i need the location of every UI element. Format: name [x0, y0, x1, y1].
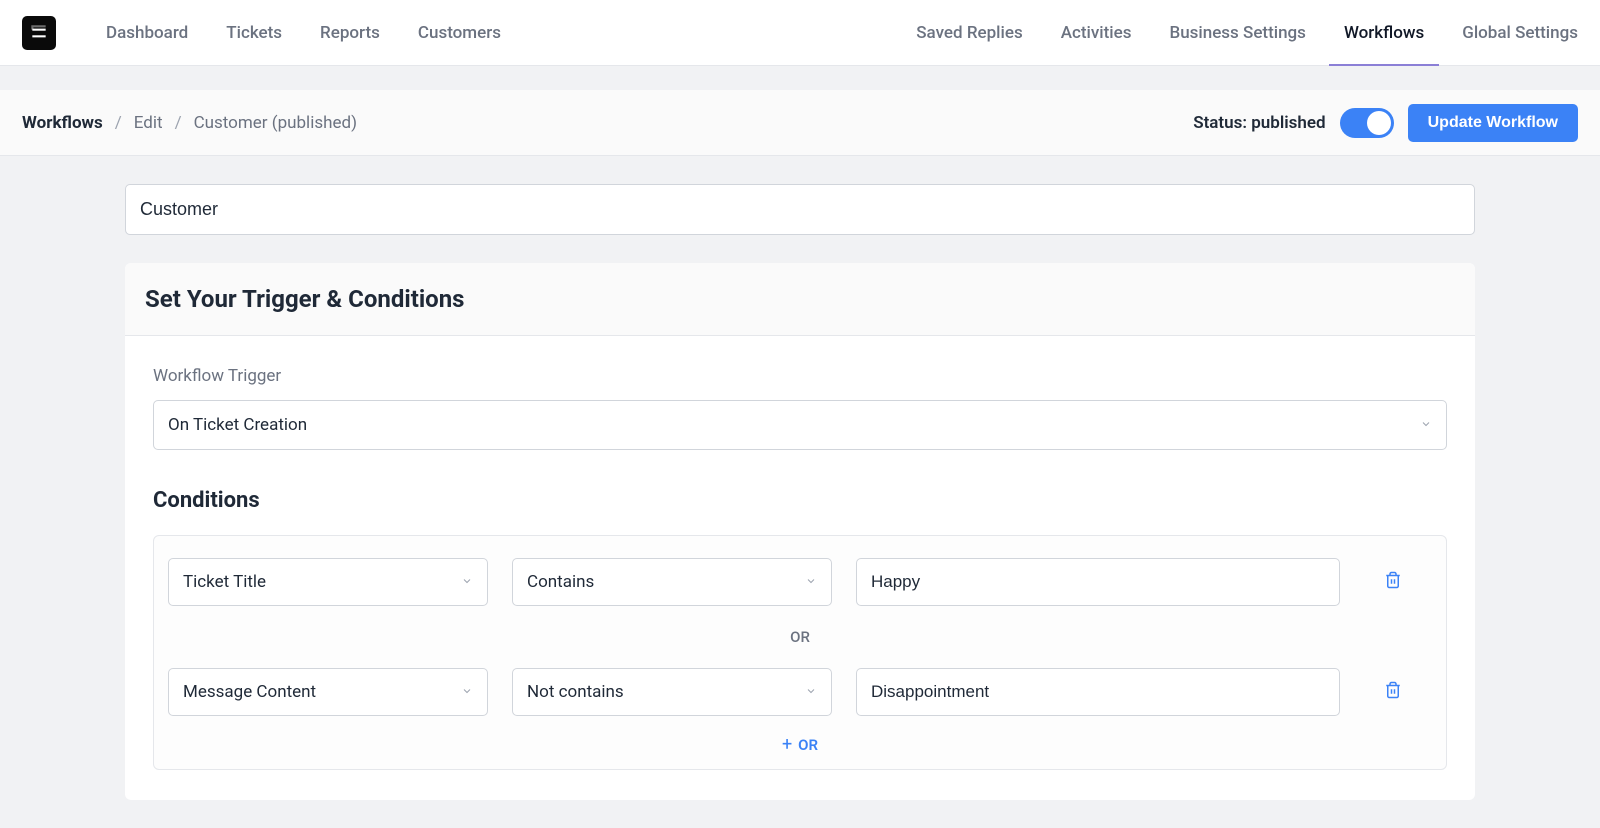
condition-field-select[interactable]: Ticket Title [168, 558, 488, 606]
section-title: Set Your Trigger & Conditions [145, 285, 1455, 313]
nav-reports[interactable]: Reports [320, 1, 380, 65]
plus-icon: + [782, 734, 792, 755]
condition-value-input[interactable] [856, 558, 1340, 606]
condition-row: Ticket Title Contains [168, 558, 1432, 606]
delete-condition-button[interactable] [1364, 563, 1432, 601]
condition-operator-value: Not contains [527, 682, 624, 702]
condition-operator-value: Contains [527, 572, 594, 592]
trigger-label: Workflow Trigger [153, 366, 1447, 386]
workflow-name-input[interactable] [125, 184, 1475, 235]
breadcrumb-sep: / [175, 113, 182, 133]
status-toggle[interactable] [1340, 108, 1394, 138]
breadcrumb-root[interactable]: Workflows [22, 113, 103, 133]
status-label: Status: published [1193, 113, 1325, 133]
breadcrumb-leaf: Customer (published) [194, 113, 357, 133]
trigger-conditions-section: Set Your Trigger & Conditions Workflow T… [125, 263, 1475, 800]
breadcrumb-mid[interactable]: Edit [134, 113, 163, 133]
condition-operator-select[interactable]: Contains [512, 558, 832, 606]
content: Set Your Trigger & Conditions Workflow T… [85, 156, 1515, 828]
nav-right: Saved Replies Activities Business Settin… [916, 1, 1578, 65]
workflow-trigger-select[interactable]: On Ticket Creation [153, 400, 1447, 450]
nav-left: Dashboard Tickets Reports Customers [106, 1, 501, 65]
condition-field-value: Message Content [183, 682, 316, 702]
nav-activities[interactable]: Activities [1061, 1, 1132, 65]
delete-condition-button[interactable] [1364, 673, 1432, 711]
add-or-condition-button[interactable]: + OR [168, 716, 1432, 755]
condition-field-select[interactable]: Message Content [168, 668, 488, 716]
section-header: Set Your Trigger & Conditions [125, 263, 1475, 336]
nav-saved-replies[interactable]: Saved Replies [916, 1, 1022, 65]
chevron-down-icon [805, 572, 817, 592]
update-workflow-button[interactable]: Update Workflow [1408, 104, 1578, 142]
chevron-down-icon [1420, 415, 1432, 435]
nav-global-settings[interactable]: Global Settings [1462, 1, 1578, 65]
trigger-select-value: On Ticket Creation [168, 415, 307, 435]
or-separator: OR [168, 606, 1432, 668]
chevron-down-icon [461, 682, 473, 702]
condition-row: Message Content Not contains [168, 668, 1432, 716]
trash-icon [1384, 571, 1402, 589]
trash-icon [1384, 681, 1402, 699]
add-or-label: OR [798, 736, 818, 754]
breadcrumb: Workflows / Edit / Customer (published) [22, 113, 357, 133]
top-header: Dashboard Tickets Reports Customers Save… [0, 0, 1600, 66]
nav-dashboard[interactable]: Dashboard [106, 1, 188, 65]
subheader-right: Status: published Update Workflow [1193, 104, 1578, 142]
nav-business-settings[interactable]: Business Settings [1169, 1, 1305, 65]
section-body: Workflow Trigger On Ticket Creation Cond… [125, 336, 1475, 800]
conditions-title: Conditions [153, 488, 1447, 513]
nav-customers[interactable]: Customers [418, 1, 501, 65]
chevron-down-icon [805, 682, 817, 702]
nav-workflows[interactable]: Workflows [1344, 1, 1424, 65]
chevron-down-icon [461, 572, 473, 592]
condition-operator-select[interactable]: Not contains [512, 668, 832, 716]
condition-value-input[interactable] [856, 668, 1340, 716]
sub-header: Workflows / Edit / Customer (published) … [0, 90, 1600, 156]
condition-field-value: Ticket Title [183, 572, 266, 592]
breadcrumb-sep: / [115, 113, 122, 133]
toggle-handle [1367, 111, 1391, 135]
nav-tickets[interactable]: Tickets [226, 1, 282, 65]
app-logo[interactable] [22, 16, 56, 50]
conditions-box: Ticket Title Contains [153, 535, 1447, 770]
